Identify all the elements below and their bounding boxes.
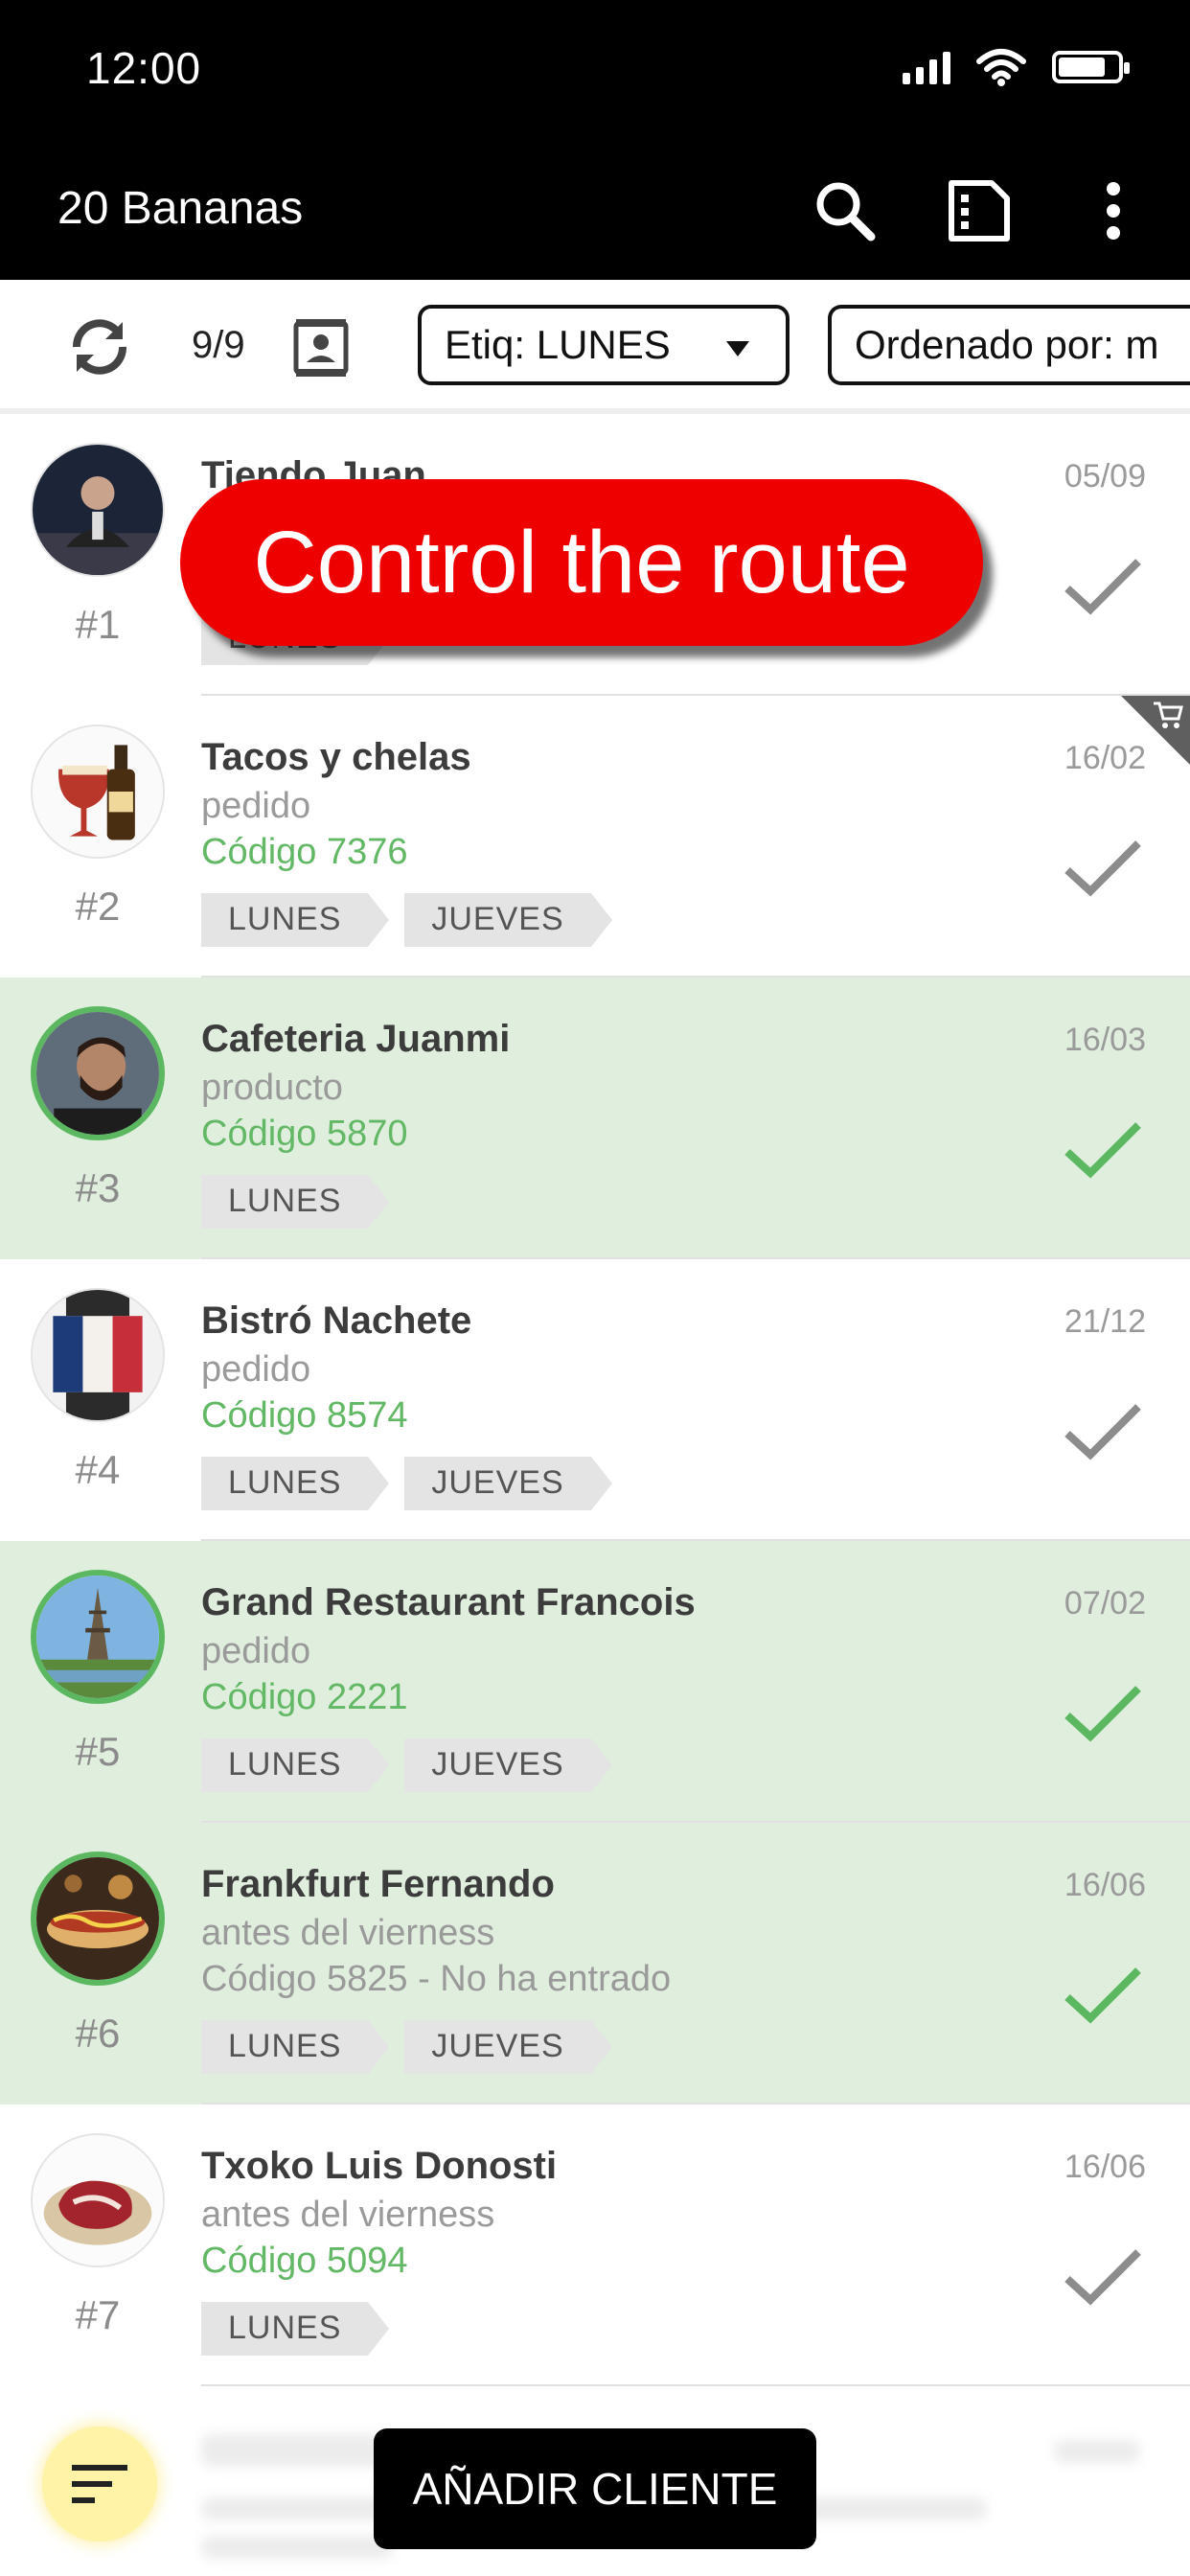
list-item[interactable]: #3 Cafeteria Juanmi producto Código 5870… bbox=[0, 978, 1190, 1259]
client-name: Frankfurt Fernando bbox=[201, 1863, 555, 1905]
tag-label: LUNES bbox=[201, 1738, 390, 1792]
check-icon[interactable] bbox=[1060, 1112, 1146, 1188]
client-date: 16/03 bbox=[1064, 1022, 1146, 1058]
battery-icon bbox=[1052, 51, 1130, 83]
tag-label: JUEVES bbox=[404, 2020, 612, 2074]
tag-label: LUNES bbox=[201, 2020, 390, 2074]
avatar bbox=[31, 724, 165, 859]
client-name: Bistró Nachete bbox=[201, 1300, 472, 1342]
client-date: 21/12 bbox=[1064, 1303, 1146, 1340]
tag-label: JUEVES bbox=[404, 1457, 612, 1510]
client-note: pedido bbox=[201, 1349, 311, 1390]
client-code: Código 8574 bbox=[201, 1395, 408, 1436]
avatar bbox=[31, 1570, 165, 1704]
tag-list: LUNES JUEVES bbox=[201, 893, 612, 947]
client-code: Código 7376 bbox=[201, 832, 408, 872]
route-index: #3 bbox=[75, 1165, 121, 1210]
avatar bbox=[31, 443, 165, 577]
client-name: Tacos y chelas bbox=[201, 736, 471, 778]
client-count: 9/9 bbox=[192, 324, 245, 366]
tag-list: LUNES JUEVES bbox=[201, 2020, 612, 2074]
check-icon[interactable] bbox=[1060, 1957, 1146, 2034]
tag-label: LUNES bbox=[201, 1457, 390, 1510]
client-date: 16/06 bbox=[1064, 2149, 1146, 2185]
client-code: Código 5825 - No ha entrado bbox=[201, 1959, 672, 1999]
client-code: Código 5870 bbox=[201, 1114, 408, 1154]
client-note: antes del vierness bbox=[201, 2195, 495, 2235]
signal-icon bbox=[903, 50, 950, 84]
tag-filter-dropdown[interactable]: Etiq: LUNES bbox=[418, 305, 790, 385]
app-bar: 20 Bananas bbox=[0, 144, 1190, 280]
client-list: #1 Tiendo Juan 05/09 LUNES #2 Tacos y ch… bbox=[0, 414, 1190, 2386]
status-icons bbox=[903, 48, 1130, 86]
app-actions bbox=[807, 172, 1152, 249]
tag-filter-label: Etiq: LUNES bbox=[445, 322, 671, 367]
check-icon[interactable] bbox=[1060, 548, 1146, 625]
cart-icon bbox=[1154, 702, 1183, 728]
avatar bbox=[31, 1288, 165, 1422]
status-bar: 12:00 bbox=[0, 0, 1190, 144]
app-title: 20 Bananas bbox=[57, 183, 304, 234]
status-time: 12:00 bbox=[86, 43, 202, 93]
check-icon[interactable] bbox=[1060, 830, 1146, 907]
check-icon[interactable] bbox=[1060, 1393, 1146, 1470]
order-filter-dropdown[interactable]: Ordenado por: m bbox=[828, 305, 1190, 385]
client-code: Código 2221 bbox=[201, 1677, 408, 1717]
client-name: Cafeteria Juanmi bbox=[201, 1018, 511, 1060]
tag-list: LUNES bbox=[201, 1175, 390, 1229]
client-code: Código 5094 bbox=[201, 2241, 408, 2281]
route-index: #7 bbox=[75, 2292, 121, 2337]
client-date: 16/06 bbox=[1064, 1867, 1146, 1903]
tag-label: JUEVES bbox=[404, 1738, 612, 1792]
client-name: Txoko Luis Donosti bbox=[201, 2145, 558, 2187]
list-item[interactable]: #7 Txoko Luis Donosti antes del vierness… bbox=[0, 2104, 1190, 2386]
list-item[interactable]: #4 Bistró Nachete pedido Código 8574 21/… bbox=[0, 1259, 1190, 1541]
avatar bbox=[31, 2133, 165, 2267]
client-note: producto bbox=[201, 1068, 343, 1108]
tag-label: JUEVES bbox=[404, 893, 612, 947]
list-item[interactable]: #2 Tacos y chelas pedido Código 7376 16/… bbox=[0, 696, 1190, 978]
sort-menu-button[interactable] bbox=[42, 2426, 157, 2542]
client-date: 07/02 bbox=[1064, 1585, 1146, 1622]
route-index: #6 bbox=[75, 2011, 121, 2056]
order-filter-label: Ordenado por: m bbox=[855, 322, 1159, 367]
list-item[interactable]: #6 Frankfurt Fernando antes del vierness… bbox=[0, 1823, 1190, 2104]
route-index: #2 bbox=[75, 884, 121, 929]
client-note: pedido bbox=[201, 786, 311, 826]
add-client-button[interactable]: AÑADIR CLIENTE bbox=[374, 2428, 816, 2549]
tag-label: LUNES bbox=[201, 2302, 390, 2356]
avatar bbox=[31, 1852, 165, 1986]
route-tooltip: Control the route bbox=[180, 479, 983, 646]
client-note: pedido bbox=[201, 1631, 311, 1671]
tag-label: LUNES bbox=[201, 893, 390, 947]
client-date: 05/09 bbox=[1064, 458, 1146, 494]
route-index: #4 bbox=[75, 1447, 121, 1492]
dropdown-arrow-icon bbox=[726, 341, 749, 356]
client-note: antes del vierness bbox=[201, 1913, 495, 1953]
filter-list-icon[interactable] bbox=[941, 172, 1018, 249]
tag-list: LUNES JUEVES bbox=[201, 1738, 612, 1792]
client-name: Grand Restaurant Francois bbox=[201, 1581, 696, 1623]
check-icon[interactable] bbox=[1060, 1675, 1146, 1752]
list-item[interactable]: #5 Grand Restaurant Francois pedido Códi… bbox=[0, 1541, 1190, 1823]
search-icon[interactable] bbox=[807, 172, 883, 249]
route-index: #5 bbox=[75, 1729, 121, 1774]
filter-bar: 9/9 Etiq: LUNES Ordenado por: m bbox=[0, 280, 1190, 414]
sync-icon[interactable] bbox=[61, 309, 138, 385]
route-index: #1 bbox=[75, 602, 121, 647]
more-vert-icon[interactable] bbox=[1075, 172, 1152, 249]
contact-card-icon[interactable] bbox=[287, 314, 355, 381]
check-icon[interactable] bbox=[1060, 2239, 1146, 2315]
wifi-icon bbox=[976, 49, 1026, 86]
avatar bbox=[31, 1006, 165, 1140]
sort-icon bbox=[72, 2465, 127, 2503]
tag-list: LUNES JUEVES bbox=[201, 1457, 612, 1510]
tag-label: LUNES bbox=[201, 1175, 390, 1229]
tag-list: LUNES bbox=[201, 2302, 390, 2356]
